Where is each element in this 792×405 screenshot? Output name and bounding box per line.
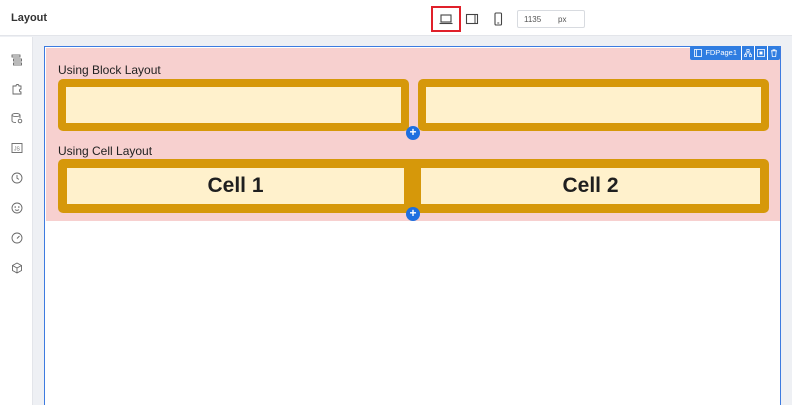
layout-section[interactable]: Using Block Layout + Using Cell Layout C… bbox=[46, 48, 780, 221]
cell-2[interactable]: Cell 2 bbox=[421, 168, 760, 204]
cell-layout-container[interactable]: Cell 1 Cell 2 bbox=[58, 159, 769, 213]
delete-button[interactable] bbox=[767, 46, 780, 60]
canvas-width-input[interactable]: 1135 px bbox=[517, 10, 585, 28]
page-title: Layout bbox=[11, 12, 48, 24]
svg-text:JS: JS bbox=[14, 147, 21, 153]
canvas-width-value: 1135 bbox=[524, 15, 542, 24]
pages-icon[interactable] bbox=[10, 53, 24, 67]
page-tag: FDPage1 bbox=[690, 46, 780, 60]
cell-layout-label: Using Cell Layout bbox=[58, 144, 153, 158]
desktop-icon bbox=[439, 14, 453, 25]
duplicate-button[interactable] bbox=[754, 46, 767, 60]
performance-icon[interactable] bbox=[10, 231, 24, 245]
mobile-icon bbox=[494, 12, 503, 26]
canvas-width-unit: px bbox=[558, 15, 567, 24]
widgets-icon[interactable] bbox=[10, 82, 24, 96]
package-icon[interactable] bbox=[10, 261, 24, 275]
data-icon[interactable] bbox=[10, 111, 24, 125]
history-icon[interactable] bbox=[10, 171, 24, 185]
hierarchy-button[interactable] bbox=[741, 46, 754, 60]
page-canvas[interactable]: Using Block Layout + Using Cell Layout C… bbox=[44, 46, 781, 405]
page-icon bbox=[694, 49, 703, 57]
block-layout-label: Using Block Layout bbox=[58, 63, 161, 77]
top-toolbar: Layout 1135 px bbox=[0, 0, 792, 36]
hierarchy-icon bbox=[744, 49, 752, 57]
cell-1[interactable]: Cell 1 bbox=[67, 168, 404, 204]
js-icon[interactable]: JS bbox=[10, 141, 24, 155]
duplicate-icon bbox=[757, 49, 765, 57]
mobile-view-button[interactable] bbox=[483, 6, 513, 32]
theme-icon[interactable] bbox=[10, 201, 24, 215]
block-layout-item-1[interactable] bbox=[58, 79, 409, 131]
page-name-tab[interactable]: FDPage1 bbox=[690, 46, 741, 60]
trash-icon bbox=[771, 49, 777, 57]
add-cell-button[interactable]: + bbox=[406, 207, 420, 221]
tablet-icon bbox=[465, 13, 479, 25]
block-layout-item-2[interactable] bbox=[418, 79, 769, 131]
add-block-button[interactable]: + bbox=[406, 126, 420, 140]
left-sidebar: JS bbox=[0, 37, 33, 405]
page-name: FDPage1 bbox=[705, 48, 737, 57]
